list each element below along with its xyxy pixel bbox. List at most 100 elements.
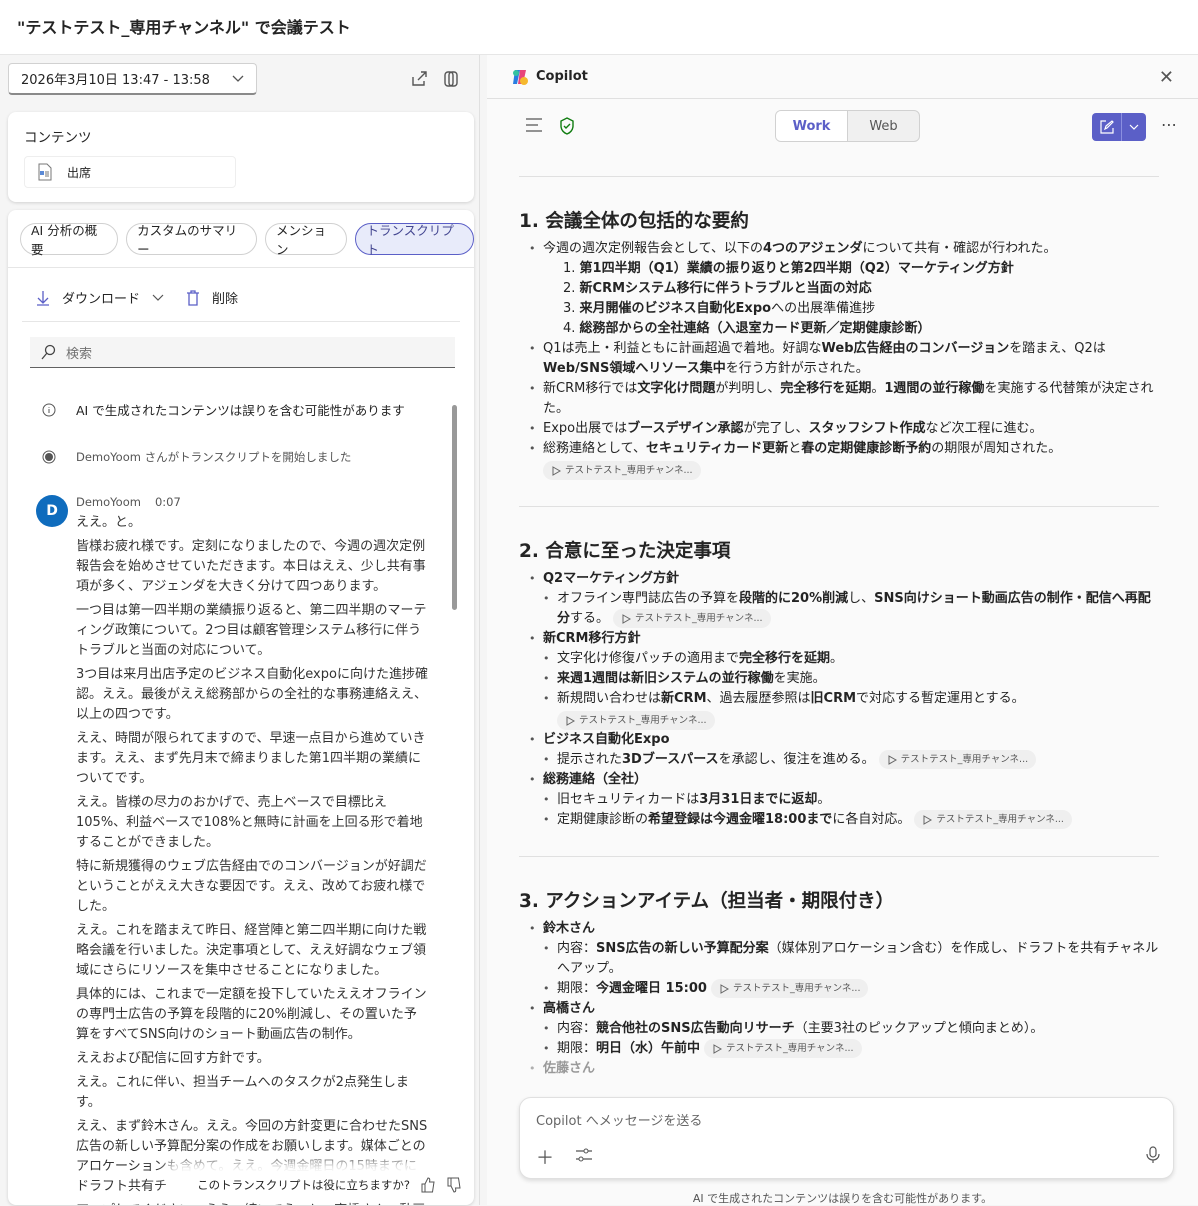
citation-label: テストテスト_専用チャンネ... [900, 753, 1029, 765]
bold-text: SNS広告の新しい予算配分案 [596, 941, 769, 956]
copilot-title: Copilot [536, 69, 588, 84]
compose-icon[interactable] [1092, 113, 1122, 141]
bold-text: Web広告経由のコンバージョン [821, 341, 1010, 356]
close-icon[interactable]: ✕ [1159, 67, 1174, 88]
list-item: ビジネス自動化Expo [529, 730, 1159, 750]
list-item: 文字化け修復パッチの適用まで完全移行を延期。 [543, 649, 1159, 669]
meeting-title: "テストテスト_専用チャンネル" で会議テスト [17, 18, 351, 37]
citation-label: テストテスト_専用チャンネ... [565, 464, 693, 476]
text-segment: 1. [563, 261, 580, 276]
transcript-paragraph: 皆様お疲れ様です。定刻になりましたので、今週の週次定例報告会を始めさせていただき… [76, 539, 426, 594]
new-chat-button[interactable] [1092, 113, 1146, 141]
transcript-paragraph: ええ、時間が限られてますので、早速一点目から進めていきます。ええ、まず先月末で締… [76, 731, 426, 786]
settings-sliders-icon[interactable] [575, 1146, 593, 1164]
bold-text: スタッフシフト作成 [808, 421, 926, 436]
bold-text: セキュリティカード更新 [645, 441, 789, 456]
microphone-icon[interactable] [1146, 1146, 1160, 1164]
text-segment: を承認し、復注を進める。 [718, 752, 875, 767]
bold-text: 段階的に20%削減 [739, 591, 849, 606]
text-segment: を踏まえ、Q2は [1009, 341, 1106, 356]
text-segment: 。 [871, 381, 885, 396]
scrollbar[interactable] [452, 405, 457, 610]
list-item: 総務連絡（全社） [529, 770, 1159, 790]
toggle-work[interactable]: Work [776, 111, 848, 141]
citation-chip[interactable]: テストテスト_専用チャンネ... [710, 979, 869, 998]
copilot-icon[interactable] [441, 69, 461, 89]
list-item: Q2マーケティング方針 [529, 569, 1159, 589]
tab-custom-summary[interactable]: カスタムのサマリー [126, 223, 257, 257]
bold-text: 今週金曜日 15:00 [596, 981, 707, 996]
thumbs-up-icon[interactable] [420, 1177, 436, 1193]
title-bar: "テストテスト_専用チャンネル" で会議テスト [0, 0, 1198, 55]
tab-transcript[interactable]: トランスクリプト [355, 223, 474, 257]
ai-notice-text: AI で生成されたコンテンツは誤りを含む可能性があります [76, 403, 405, 418]
transcript-paragraph: アップしてください。ええ、続いてえっと、高橋さん、動画クリエイテ [76, 1201, 428, 1205]
copilot-response: 1. 会議全体の包括的な要約今週の週次定例報告会として、以下の4つのアジェンダに… [519, 176, 1159, 1091]
toggle-web[interactable]: Web [848, 111, 919, 141]
text-segment: する。 [570, 611, 610, 626]
text-segment: が完了し、 [743, 421, 809, 436]
started-text: DemoYoom さんがトランスクリプトを開始しました [76, 450, 352, 464]
transcript-list: AI で生成されたコンテンツは誤りを含む可能性があります DemoYoom さん… [36, 400, 451, 1205]
transcript-paragraph: ええおよび配信に回す方針です。 [76, 1051, 270, 1066]
citation-chip[interactable]: テストテスト_専用チャンネ... [557, 711, 715, 730]
bold-text: Q2マーケティング方針 [543, 571, 680, 586]
citation-label: テストテスト_専用チャンネ... [635, 612, 763, 624]
plus-icon[interactable]: ＋ [536, 1144, 554, 1170]
message-input[interactable]: Copilot へメッセージを送る ＋ [519, 1097, 1174, 1179]
bold-text: 春の定期健康診断予約 [801, 441, 932, 456]
attendance-file[interactable]: 出席 [24, 156, 236, 188]
transcript-paragraph: 特に新規獲得のウェブ広告経由でのコンバージョンが好調だということがええ大きな要因… [76, 859, 427, 914]
citation-chip[interactable]: テストテスト_専用チャンネ... [543, 461, 701, 480]
shield-check-icon[interactable] [559, 117, 575, 135]
transcript-started: DemoYoom さんがトランスクリプトを開始しました [36, 449, 451, 465]
transcript-paragraph: ええ。皆様の尽力のおかげで、売上ベースで目標比え105%、利益ベースで108%と… [76, 795, 423, 850]
citation-chip[interactable]: テストテスト_専用チャンネ... [704, 1039, 862, 1058]
text-segment: 4. [563, 321, 580, 336]
citation-chip[interactable]: テストテスト_専用チャンネ... [914, 810, 1072, 829]
menu-icon[interactable] [525, 118, 543, 132]
text-segment: Expo出展では [543, 421, 628, 436]
document-icon [38, 163, 52, 181]
chevron-down-icon[interactable] [152, 294, 164, 302]
bold-text: 新CRM [661, 691, 707, 706]
citation-label: テストテスト_専用チャンネ... [726, 1042, 854, 1054]
search-icon [41, 344, 56, 360]
recap-tabs: AI 分析の概要 カスタムのサマリー メンション トランスクリプト [20, 223, 474, 257]
play-citation-icon [923, 814, 933, 825]
timestamp[interactable]: 0:07 [155, 495, 181, 509]
citation-label: テストテスト_専用チャンネ... [936, 813, 1064, 825]
list-item: 期限：明日（水）午前中 テストテスト_専用チャンネ... [543, 1039, 1159, 1059]
share-icon[interactable] [409, 69, 429, 89]
response-section: 3. アクションアイテム（担当者・期限付き）鈴木さん内容：SNS広告の新しい予算… [519, 856, 1159, 1091]
tab-mentions[interactable]: メンション [265, 223, 348, 257]
bold-text: 旧CRM [810, 691, 857, 706]
bold-text: 文字化け問題 [637, 381, 716, 396]
list-item: 来週1週間は新旧システムの並行稼働を実施。 [543, 669, 1159, 689]
date-dropdown[interactable]: 2026年3月10日 13:47 - 13:58 [8, 63, 257, 95]
delete-button[interactable]: 削除 [212, 288, 238, 307]
sub-list: 提示された3Dブースパースを承認し、復注を進める。 テストテスト_専用チャンネ..… [529, 750, 1159, 770]
bold-text: ビジネス自動化Expo [543, 732, 670, 747]
text-segment: が判明し、 [715, 381, 781, 396]
ordered-item: 3. 来月開催のビジネス自動化Expoへの出展準備進捗 [529, 299, 1159, 319]
download-icon [37, 290, 49, 306]
bold-text: 総務部からの全社連絡（入退室カード更新／定期健康診断） [579, 321, 931, 336]
text-segment: など次工程に進む。 [925, 421, 1043, 436]
text-segment: 。 [817, 792, 831, 807]
contents-heading: コンテンツ [24, 130, 92, 146]
tab-ai-overview[interactable]: AI 分析の概要 [20, 223, 119, 257]
more-options-icon[interactable]: ⋯ [1161, 115, 1177, 134]
section-heading: 3. アクションアイテム（担当者・期限付き） [519, 891, 895, 912]
search-input[interactable]: 検索 [30, 337, 455, 368]
citation-chip[interactable]: テストテスト_専用チャンネ... [613, 609, 771, 628]
chevron-down-icon[interactable] [1122, 113, 1146, 141]
bold-text: 第1四半期（Q1）業績の振り返りと第2四半期（Q2）マーケティング方針 [579, 261, 1014, 276]
download-button[interactable]: ダウンロード [62, 288, 140, 307]
text-segment: 総務連絡として、 [543, 441, 646, 456]
bold-text: 3Dブースパース [622, 752, 719, 767]
copilot-header: Copilot ✕ [487, 55, 1198, 99]
citation-chip[interactable]: テストテスト_専用チャンネ... [878, 750, 1037, 769]
thumbs-down-icon[interactable] [446, 1177, 462, 1193]
list-item: 提示された3Dブースパースを承認し、復注を進める。 テストテスト_専用チャンネ..… [543, 750, 1159, 770]
